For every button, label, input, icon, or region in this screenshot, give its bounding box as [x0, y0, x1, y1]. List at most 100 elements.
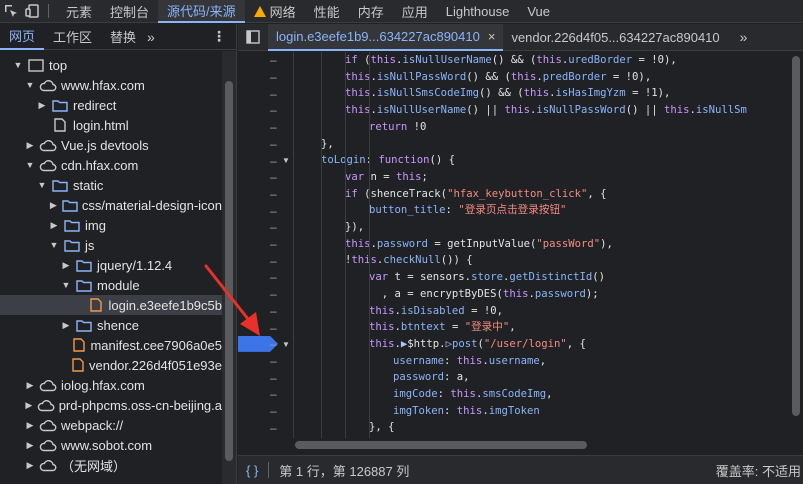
gutter-line[interactable]: –: [238, 186, 294, 203]
collapsed-triangle-icon[interactable]: ▶: [60, 319, 72, 331]
close-tab-icon[interactable]: ×: [488, 29, 496, 44]
code-line[interactable]: imgCode: this.smsCodeImg,: [393, 386, 553, 403]
gutter-line[interactable]: –: [238, 119, 294, 136]
tree-item[interactable]: ▼ static: [0, 175, 222, 195]
tree-item[interactable]: ▶ iolog.hfax.com: [0, 375, 222, 395]
fold-toggle-icon[interactable]: ▼: [282, 340, 290, 349]
more-editor-tabs-icon[interactable]: »: [740, 29, 748, 45]
panel-tab[interactable]: 源代码/来源: [158, 0, 245, 23]
navigator-menu-icon[interactable]: ⋮: [212, 28, 226, 45]
gutter-line[interactable]: –: [238, 136, 294, 153]
code-line[interactable]: var t = sensors.store.getDistinctId(): [369, 269, 605, 286]
tree-item[interactable]: ▶ Vue.js devtools: [0, 135, 222, 155]
tree-item[interactable]: ▶ img: [0, 215, 222, 235]
tree-item[interactable]: vendor.226d4f051e93e: [0, 355, 222, 375]
tree-item[interactable]: ▼ www.hfax.com: [0, 75, 222, 95]
code-line[interactable]: !this.checkNull()) {: [345, 252, 473, 269]
collapsed-triangle-icon[interactable]: ▶: [24, 459, 36, 471]
expanded-triangle-icon[interactable]: ▼: [48, 239, 60, 251]
tree-item[interactable]: ▼ top: [0, 55, 222, 75]
collapsed-triangle-icon[interactable]: ▶: [48, 219, 60, 231]
inspect-element-icon[interactable]: [0, 0, 22, 22]
code-line[interactable]: imgToken: this.imgToken: [393, 403, 540, 420]
collapsed-triangle-icon[interactable]: ▶: [60, 259, 72, 271]
code-line[interactable]: , a = encryptByDES(this.password);: [369, 286, 599, 303]
gutter-line[interactable]: –: [238, 403, 294, 420]
expanded-triangle-icon[interactable]: ▼: [12, 59, 24, 71]
expanded-triangle-icon[interactable]: ▼: [24, 159, 36, 171]
tree-item[interactable]: ▶ redirect: [0, 95, 222, 115]
code-line[interactable]: this.▶$http.▷post("/user/login", {: [369, 336, 586, 353]
more-tabs-icon[interactable]: »: [147, 29, 155, 45]
collapsed-triangle-icon[interactable]: ▶: [24, 139, 36, 151]
code-line[interactable]: if (shenceTrack("hfax_keybutton_click", …: [345, 186, 607, 203]
navigator-tab[interactable]: 网页: [0, 24, 45, 50]
collapsed-triangle-icon[interactable]: ▶: [24, 379, 36, 391]
gutter-line[interactable]: –: [238, 419, 294, 436]
toggle-navigator-icon[interactable]: [238, 24, 268, 51]
panel-tab[interactable]: 网络: [245, 0, 305, 23]
expanded-triangle-icon[interactable]: ▼: [60, 279, 72, 291]
code-line[interactable]: this.btntext = "登录中",: [369, 319, 516, 336]
gutter-line[interactable]: –: [238, 102, 294, 119]
gutter-line[interactable]: –: [238, 202, 294, 219]
collapsed-triangle-icon[interactable]: ▶: [24, 419, 36, 431]
gutter-line[interactable]: –: [238, 219, 294, 236]
tree-item[interactable]: login.html: [0, 115, 222, 135]
tree-item[interactable]: ▶ css/material-design-icon: [0, 195, 222, 215]
gutter-line[interactable]: –: [238, 52, 294, 69]
collapsed-triangle-icon[interactable]: ▶: [48, 199, 59, 211]
collapsed-triangle-icon[interactable]: ▶: [24, 439, 36, 451]
panel-tab[interactable]: Vue: [518, 0, 559, 23]
code-line[interactable]: toLogin: function() {: [321, 152, 455, 169]
tree-item[interactable]: login.e3eefe1b9c5b: [0, 295, 222, 315]
code-line[interactable]: username: this.username,: [393, 353, 546, 370]
code-line[interactable]: }),: [345, 219, 364, 236]
tree-item[interactable]: ▶ （无网域）: [0, 455, 222, 475]
fold-toggle-icon[interactable]: ▼: [282, 156, 290, 165]
tree-item[interactable]: ▼ js: [0, 235, 222, 255]
panel-tab[interactable]: 性能: [305, 0, 349, 23]
editor-horizontal-scrollbar[interactable]: [295, 438, 789, 452]
pretty-print-button[interactable]: { }: [246, 463, 258, 478]
tree-item[interactable]: ▶ webpack://: [0, 415, 222, 435]
editor-horizontal-scrollbar-thumb[interactable]: [295, 441, 587, 449]
tree-item[interactable]: ▶ jquery/1.12.4: [0, 255, 222, 275]
expanded-triangle-icon[interactable]: ▼: [36, 179, 48, 191]
panel-tab[interactable]: 控制台: [101, 0, 158, 23]
editor-vertical-scrollbar[interactable]: [789, 52, 803, 438]
panel-tab[interactable]: 应用: [393, 0, 437, 23]
gutter-line[interactable]: – ▼: [238, 152, 294, 169]
line-gutter[interactable]: – – – – – – – ▼ – – – – – – – – – – – ▼ – – – – –: [238, 52, 294, 438]
gutter-line[interactable]: –: [238, 85, 294, 102]
expanded-triangle-icon[interactable]: ▼: [24, 79, 36, 91]
panel-tab[interactable]: Lighthouse: [437, 0, 519, 23]
code-line[interactable]: button_title: "登录页点击登录按钮": [369, 202, 566, 219]
code-line[interactable]: this.password = getInputValue("passWord"…: [345, 236, 613, 253]
navigator-tab[interactable]: 替换: [101, 24, 145, 50]
tree-item[interactable]: ▶ www.sobot.com: [0, 435, 222, 455]
tree-item[interactable]: ▶ prd-phpcms.oss-cn-beijing.a: [0, 395, 222, 415]
device-toolbar-icon[interactable]: [22, 0, 44, 22]
gutter-line[interactable]: –: [238, 386, 294, 403]
gutter-line[interactable]: –: [238, 236, 294, 253]
code-line[interactable]: password: a,: [393, 369, 470, 386]
navigator-tab[interactable]: 工作区: [44, 24, 101, 50]
panel-tab[interactable]: 内存: [349, 0, 393, 23]
code-line[interactable]: this.isNullUserName() || this.isNullPass…: [345, 102, 747, 119]
tree-item[interactable]: ▼ cdn.hfax.com: [0, 155, 222, 175]
code-line[interactable]: return !0: [369, 119, 426, 136]
editor-tab[interactable]: vendor.226d4f05...634227ac890410: [503, 24, 727, 51]
panel-tab[interactable]: 元素: [57, 0, 101, 23]
editor-tab[interactable]: login.e3eefe1b9...634227ac890410 ×: [268, 23, 504, 51]
code-line[interactable]: var n = this;: [345, 169, 428, 186]
gutter-line[interactable]: –: [238, 369, 294, 386]
collapsed-triangle-icon[interactable]: ▶: [24, 399, 34, 411]
code-line[interactable]: },: [321, 136, 334, 153]
code-line[interactable]: this.isDisabled = !0,: [369, 303, 503, 320]
gutter-line[interactable]: –: [238, 69, 294, 86]
code-line[interactable]: if (this.isNullUserName() && (this.uredB…: [345, 52, 677, 69]
tree-item[interactable]: ▼ module: [0, 275, 222, 295]
tree-item[interactable]: manifest.cee7906a0e5: [0, 335, 222, 355]
gutter-line[interactable]: –: [238, 353, 294, 370]
